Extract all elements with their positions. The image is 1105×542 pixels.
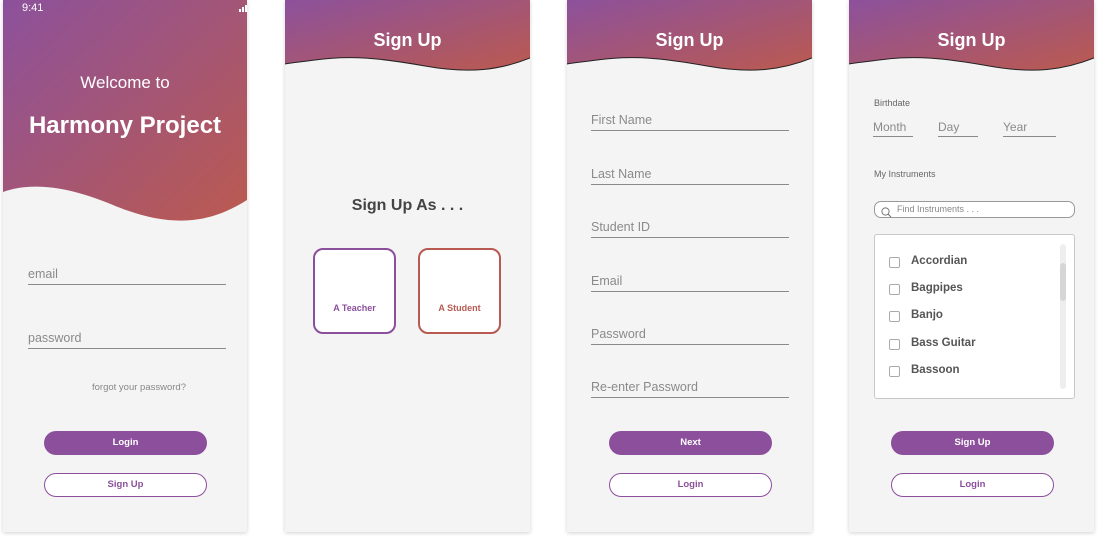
app-name: Harmony Project bbox=[28, 112, 222, 139]
password-placeholder: Password bbox=[591, 327, 646, 341]
checkbox[interactable] bbox=[889, 311, 900, 322]
role-select-screen: Sign Up Sign Up As . . . A Teacher A Stu… bbox=[285, 0, 530, 532]
login-button[interactable]: Login bbox=[44, 431, 207, 455]
signup-button[interactable]: Sign Up bbox=[891, 431, 1054, 455]
first-name-placeholder: First Name bbox=[591, 113, 653, 127]
email-field[interactable]: Email bbox=[591, 272, 789, 292]
role-prompt: Sign Up As . . . bbox=[351, 197, 464, 214]
instruments-screen: Sign Up Birthdate Month Day Year My Inst… bbox=[849, 0, 1094, 532]
student-option[interactable]: A Student bbox=[418, 248, 501, 334]
page-title: Sign Up bbox=[655, 30, 724, 50]
email-placeholder: Email bbox=[591, 274, 623, 288]
welcome-hero: 9:41 Welcome to Harmony Project bbox=[3, 0, 247, 230]
password-placeholder: password bbox=[28, 331, 82, 345]
page-title: Sign Up bbox=[937, 30, 1006, 50]
page-title: Sign Up bbox=[373, 30, 442, 50]
student-id-field[interactable]: Student ID bbox=[591, 218, 789, 238]
checkbox[interactable] bbox=[889, 339, 900, 350]
checkbox[interactable] bbox=[889, 284, 900, 295]
student-label: A Student bbox=[438, 303, 481, 313]
instrument-label: Banjo bbox=[911, 309, 943, 321]
status-time: 9:41 bbox=[22, 2, 44, 14]
next-button[interactable]: Next bbox=[609, 431, 772, 455]
student-id-placeholder: Student ID bbox=[591, 220, 651, 234]
forgot-password-link[interactable]: forgot your password? bbox=[17, 382, 247, 393]
instrument-list[interactable]: Accordian Bagpipes Banjo Bass Guitar Bas… bbox=[874, 234, 1075, 399]
instrument-label: Bagpipes bbox=[911, 282, 963, 294]
reenter-password-field[interactable]: Re-enter Password bbox=[591, 378, 789, 398]
reenter-password-placeholder: Re-enter Password bbox=[591, 380, 698, 394]
month-placeholder: Month bbox=[873, 120, 907, 134]
signup-button[interactable]: Sign Up bbox=[44, 473, 207, 497]
day-placeholder: Day bbox=[938, 120, 960, 134]
email-placeholder: email bbox=[28, 267, 58, 281]
day-field[interactable]: Day bbox=[938, 118, 978, 137]
search-icon bbox=[881, 205, 892, 223]
header-banner: Sign Up bbox=[849, 0, 1094, 78]
details-screen: Sign Up First Name Last Name Student ID … bbox=[567, 0, 812, 532]
scrollbar-thumb[interactable] bbox=[1060, 263, 1066, 301]
header-banner: Sign Up bbox=[567, 0, 812, 78]
last-name-placeholder: Last Name bbox=[591, 167, 652, 181]
header-banner: Sign Up bbox=[285, 0, 530, 78]
email-field[interactable]: email bbox=[28, 265, 226, 285]
instrument-label: Bass Guitar bbox=[911, 337, 976, 349]
password-field[interactable]: Password bbox=[591, 325, 789, 345]
checkbox[interactable] bbox=[889, 366, 900, 377]
teacher-label: A Teacher bbox=[333, 303, 376, 313]
instrument-label: Accordian bbox=[911, 255, 968, 267]
login-screen: 9:41 Welcome to Harmony Project email pa… bbox=[3, 0, 247, 532]
birthdate-label: Birthdate bbox=[874, 98, 911, 108]
year-field[interactable]: Year bbox=[1003, 118, 1056, 137]
login-button[interactable]: Login bbox=[891, 473, 1054, 497]
checkbox[interactable] bbox=[889, 257, 900, 268]
welcome-text: Welcome to bbox=[80, 73, 170, 92]
search-placeholder: Find Instruments . . . bbox=[897, 204, 980, 214]
teacher-option[interactable]: A Teacher bbox=[313, 248, 396, 334]
instrument-label: Bassoon bbox=[911, 364, 960, 376]
last-name-field[interactable]: Last Name bbox=[591, 165, 789, 185]
instrument-search-input[interactable]: Find Instruments . . . bbox=[874, 201, 1075, 218]
first-name-field[interactable]: First Name bbox=[591, 111, 789, 131]
month-field[interactable]: Month bbox=[873, 118, 913, 137]
year-placeholder: Year bbox=[1003, 120, 1028, 134]
login-button[interactable]: Login bbox=[609, 473, 772, 497]
password-field[interactable]: password bbox=[28, 329, 226, 349]
instruments-label: My Instruments bbox=[874, 169, 936, 179]
